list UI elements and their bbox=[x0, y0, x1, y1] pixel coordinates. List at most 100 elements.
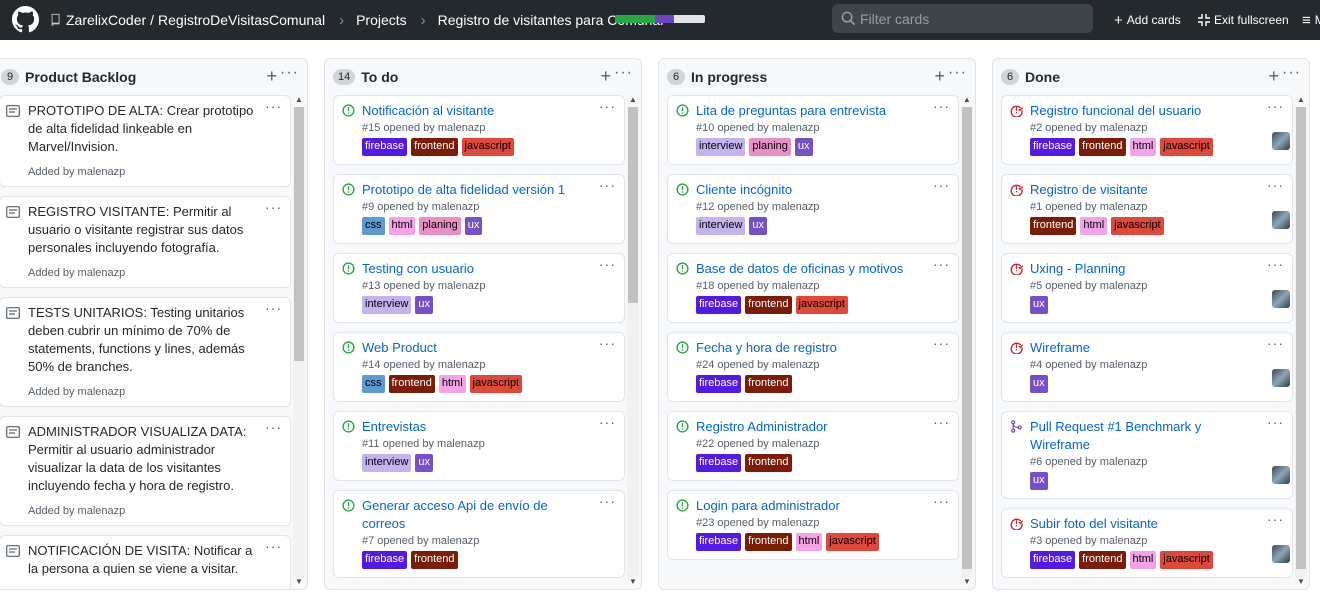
issue-title-link[interactable]: Generar acceso Api de envío de correos bbox=[362, 497, 594, 533]
issue-title-link[interactable]: Registro funcional del usuario bbox=[1030, 102, 1262, 120]
issue-title-link[interactable]: Testing con usuario bbox=[362, 260, 594, 278]
label-frontend[interactable]: frontend bbox=[1079, 138, 1126, 156]
label-planing[interactable]: planing bbox=[419, 217, 461, 235]
card-menu-icon[interactable]: ··· bbox=[599, 98, 616, 114]
label-firebase[interactable]: firebase bbox=[1030, 138, 1076, 156]
label-ux[interactable]: ux bbox=[464, 217, 483, 235]
card-menu-icon[interactable]: ··· bbox=[599, 256, 616, 272]
column-menu-icon[interactable]: ··· bbox=[614, 64, 633, 82]
column-add-icon[interactable]: + bbox=[266, 66, 277, 87]
issue-title-link[interactable]: Prototipo de alta fidelidad versión 1 bbox=[362, 181, 594, 199]
issue-card[interactable]: ··· Registro Administrador #22 opened by m… bbox=[667, 411, 959, 481]
label-firebase[interactable]: firebase bbox=[362, 551, 408, 569]
issue-title-link[interactable]: Login para administrador bbox=[696, 497, 928, 515]
column-menu-icon[interactable]: ··· bbox=[1282, 64, 1301, 82]
card-menu-icon[interactable]: ··· bbox=[1267, 511, 1284, 527]
issue-card[interactable]: ··· Subir foto del visitante #3 opened by … bbox=[1001, 508, 1293, 578]
column-add-icon[interactable]: + bbox=[600, 66, 611, 87]
label-css[interactable]: css bbox=[362, 375, 385, 393]
label-ux[interactable]: ux bbox=[1030, 375, 1048, 393]
assignee-avatar[interactable] bbox=[1272, 545, 1290, 563]
label-ux[interactable]: ux bbox=[1030, 296, 1048, 314]
issue-card[interactable]: ··· Lita de preguntas para entrevista #10 … bbox=[667, 95, 959, 165]
note-card[interactable]: ··· REGISTRO VISITANTE: Permitir al usuar… bbox=[0, 196, 291, 288]
issue-title-link[interactable]: Registro Administrador bbox=[696, 418, 928, 436]
label-planing[interactable]: planing bbox=[749, 138, 791, 156]
column-menu-icon[interactable]: ··· bbox=[280, 64, 299, 82]
card-menu-icon[interactable]: ··· bbox=[599, 414, 616, 430]
label-ux[interactable]: ux bbox=[415, 454, 434, 472]
label-html[interactable]: html bbox=[1080, 217, 1108, 235]
label-interview[interactable]: interview bbox=[696, 217, 746, 235]
label-interview[interactable]: interview bbox=[362, 454, 412, 472]
assignee-avatar[interactable] bbox=[1272, 290, 1290, 308]
issue-card[interactable]: ··· Base de datos de oficinas y motivos #1… bbox=[667, 253, 959, 323]
card-menu-icon[interactable]: ··· bbox=[265, 538, 282, 554]
card-menu-icon[interactable]: ··· bbox=[1267, 256, 1284, 272]
github-logo-icon[interactable] bbox=[12, 6, 39, 33]
issue-title-link[interactable]: Cliente incógnito bbox=[696, 181, 928, 199]
label-frontend[interactable]: frontend bbox=[411, 138, 458, 156]
issue-card[interactable]: ··· Registro de visitante #1 opened by mal… bbox=[1001, 174, 1293, 244]
card-menu-icon[interactable]: ··· bbox=[933, 256, 950, 272]
note-card[interactable]: ··· PROTOTIPO DE ALTA: Crear prototipo de… bbox=[0, 95, 291, 187]
breadcrumb-projects[interactable]: Projects bbox=[356, 12, 407, 28]
issue-card[interactable]: ··· Wireframe #4 opened by malenazp ux bbox=[1001, 332, 1293, 402]
card-menu-icon[interactable]: ··· bbox=[599, 493, 616, 509]
card-menu-icon[interactable]: ··· bbox=[933, 493, 950, 509]
assignee-avatar[interactable] bbox=[1272, 132, 1290, 150]
label-firebase[interactable]: firebase bbox=[696, 296, 742, 314]
issue-title-link[interactable]: Lita de preguntas para entrevista bbox=[696, 102, 928, 120]
card-menu-icon[interactable]: ··· bbox=[933, 335, 950, 351]
column-add-icon[interactable]: + bbox=[1268, 66, 1279, 87]
issue-title-link[interactable]: Registro de visitante bbox=[1030, 181, 1262, 199]
label-html[interactable]: html bbox=[438, 375, 466, 393]
breadcrumb-repo[interactable]: RegistroDeVisitasComunal bbox=[158, 12, 325, 28]
issue-card[interactable]: ··· Testing con usuario #13 opened by male… bbox=[333, 253, 625, 323]
issue-title-link[interactable]: Base de datos de oficinas y motivos bbox=[696, 260, 928, 278]
issue-title-link[interactable]: Pull Request #1 Benchmark y Wireframe bbox=[1030, 418, 1262, 454]
filter-cards-input[interactable]: Filter cards bbox=[832, 4, 1093, 33]
issue-card[interactable]: ··· Prototipo de alta fidelidad versión 1… bbox=[333, 174, 625, 244]
label-firebase[interactable]: firebase bbox=[696, 533, 742, 551]
label-ux[interactable]: ux bbox=[415, 296, 434, 314]
card-menu-icon[interactable]: ··· bbox=[265, 98, 282, 114]
label-javascript[interactable]: javascript bbox=[1111, 217, 1164, 235]
note-card[interactable]: ··· TESTS UNITARIOS: Testing unitarios de… bbox=[0, 297, 291, 407]
label-frontend[interactable]: frontend bbox=[1030, 217, 1077, 235]
column-scrollbar[interactable]: ▲ ▼ bbox=[1295, 95, 1307, 587]
label-javascript[interactable]: javascript bbox=[461, 138, 514, 156]
issue-card[interactable]: ··· Login para administrador #23 opened by… bbox=[667, 490, 959, 560]
issue-card[interactable]: ··· Registro funcional del usuario #2 open… bbox=[1001, 95, 1293, 165]
card-menu-icon[interactable]: ··· bbox=[1267, 335, 1284, 351]
note-card[interactable]: ··· NOTIFICACIÓN DE VISITA: Notificar a l… bbox=[0, 535, 291, 589]
issue-title-link[interactable]: Subir foto del visitante bbox=[1030, 515, 1262, 533]
label-interview[interactable]: interview bbox=[362, 296, 412, 314]
issue-card[interactable]: ··· Pull Request #1 Benchmark y Wireframe… bbox=[1001, 411, 1293, 499]
label-firebase[interactable]: firebase bbox=[1030, 551, 1076, 569]
breadcrumb-owner[interactable]: ZarelixCoder bbox=[66, 12, 146, 28]
column-scrollbar[interactable]: ▲ ▼ bbox=[961, 95, 973, 587]
issue-title-link[interactable]: Wireframe bbox=[1030, 339, 1262, 357]
issue-card[interactable]: ··· Notificación al visitante #15 opened b… bbox=[333, 95, 625, 165]
card-menu-icon[interactable]: ··· bbox=[265, 300, 282, 316]
assignee-avatar[interactable] bbox=[1272, 369, 1290, 387]
label-javascript[interactable]: javascript bbox=[469, 375, 523, 393]
issue-card[interactable]: ··· Generar acceso Api de envío de correo… bbox=[333, 490, 625, 578]
issue-card[interactable]: ··· Cliente incógnito #12 opened by malena… bbox=[667, 174, 959, 244]
card-menu-icon[interactable]: ··· bbox=[1267, 177, 1284, 193]
card-menu-icon[interactable]: ··· bbox=[599, 177, 616, 193]
assignee-avatar[interactable] bbox=[1272, 466, 1290, 484]
card-menu-icon[interactable]: ··· bbox=[265, 419, 282, 435]
label-firebase[interactable]: firebase bbox=[696, 454, 742, 472]
issue-title-link[interactable]: Uxing - Planning bbox=[1030, 260, 1262, 278]
label-frontend[interactable]: frontend bbox=[745, 533, 792, 551]
label-frontend[interactable]: frontend bbox=[1079, 551, 1126, 569]
label-javascript[interactable]: javascript bbox=[826, 533, 879, 551]
label-frontend[interactable]: frontend bbox=[745, 454, 792, 472]
card-menu-icon[interactable]: ··· bbox=[1267, 98, 1284, 114]
issue-title-link[interactable]: Fecha y hora de registro bbox=[696, 339, 928, 357]
label-frontend[interactable]: frontend bbox=[411, 551, 458, 569]
issue-card[interactable]: ··· Fecha y hora de registro #24 opened by… bbox=[667, 332, 959, 402]
card-menu-icon[interactable]: ··· bbox=[933, 177, 950, 193]
